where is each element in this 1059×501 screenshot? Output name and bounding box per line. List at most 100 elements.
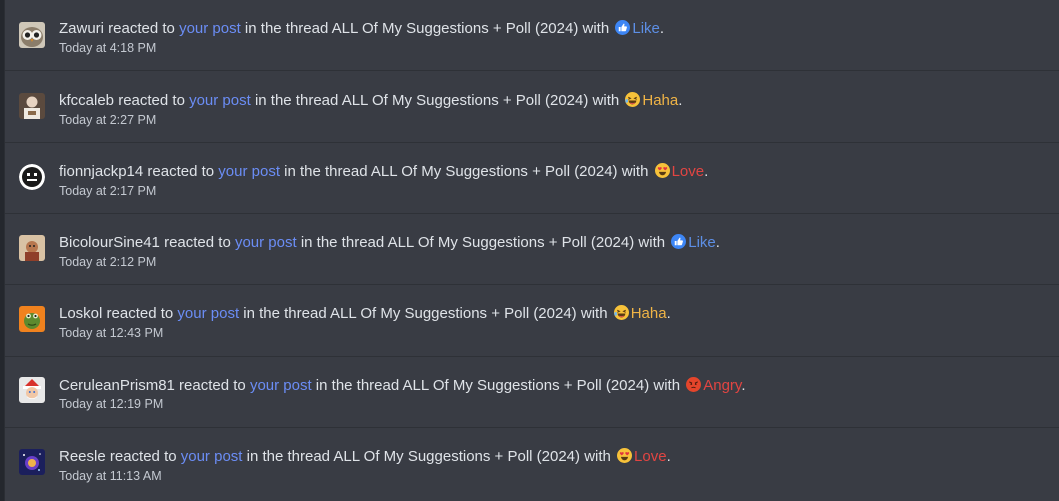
post-link[interactable]: your post [177,305,239,322]
avatar-galaxy-image [19,449,45,475]
username-link[interactable]: Loskol [59,305,102,322]
alerts-list: Zawuri reacted to your post in the threa… [4,0,1059,501]
avatar[interactable] [19,377,45,403]
alert-row[interactable]: CeruleanPrism81 reacted to your post in … [5,357,1059,428]
love-icon [617,448,633,463]
alert-text: CeruleanPrism81 reacted to your post in … [59,377,745,395]
haha-icon [625,92,641,107]
period-text: . [704,163,709,180]
reaction-label: Like [632,20,660,37]
alert-text: BicolourSine41 reacted to your post in t… [59,234,720,252]
angry-icon [686,377,702,392]
thread-prefix-text: in the thread [250,92,342,109]
action-text: reacted to [104,20,180,37]
alerts-page: Zawuri reacted to your post in the threa… [0,0,1059,501]
action-text: reacted to [143,163,219,180]
username-link[interactable]: Zawuri [59,20,104,37]
action-text: reacted to [102,305,178,322]
avatar[interactable] [19,164,45,190]
with-text: with [617,163,653,180]
avatar-character-image [19,235,45,261]
action-text: reacted to [174,377,250,394]
thread-link[interactable]: ALL Of My Suggestions + Poll (2024) [332,20,579,37]
with-text: with [576,305,612,322]
with-text: with [578,20,614,37]
username-link[interactable]: CeruleanPrism81 [59,377,175,394]
thread-prefix-text: in the thread [296,234,388,251]
like-icon [671,234,687,249]
username-link[interactable]: kfccaleb [59,92,114,109]
alert-row[interactable]: BicolourSine41 reacted to your post in t… [5,214,1059,285]
alert-time: Today at 12:43 PM [59,326,164,340]
post-link[interactable]: your post [189,92,251,109]
thread-prefix-text: in the thread [242,448,334,465]
alert-time: Today at 12:19 PM [59,397,164,411]
avatar[interactable] [19,235,45,261]
with-text: with [649,377,685,394]
alert-time: Today at 2:27 PM [59,113,157,127]
alert-text: Reesle reacted to your post in the threa… [59,448,671,466]
thread-link[interactable]: ALL Of My Suggestions + Poll (2024) [342,92,589,109]
alert-time: Today at 4:18 PM [59,41,157,55]
thread-link[interactable]: ALL Of My Suggestions + Poll (2024) [330,305,577,322]
alert-time: Today at 2:17 PM [59,184,157,198]
action-text: reacted to [105,448,181,465]
love-icon [654,163,670,178]
avatar[interactable] [19,306,45,332]
with-text: with [580,448,616,465]
avatar-owl-image [19,22,45,48]
haha-icon [613,305,629,320]
thread-link[interactable]: ALL Of My Suggestions + Poll (2024) [371,163,618,180]
alert-text: Zawuri reacted to your post in the threa… [59,20,664,38]
period-text: . [666,448,671,465]
like-icon [615,20,631,35]
reaction-label: Angry [703,377,742,394]
post-link[interactable]: your post [218,163,280,180]
period-text: . [678,92,683,109]
with-text: with [588,92,624,109]
username-link[interactable]: BicolourSine41 [59,234,160,251]
alert-row[interactable]: kfccaleb reacted to your post in the thr… [5,72,1059,143]
avatar-frog-image [19,306,45,332]
alert-time: Today at 11:13 AM [59,469,162,483]
alert-row[interactable]: Zawuri reacted to your post in the threa… [5,0,1059,71]
alert-row[interactable]: Loskol reacted to your post in the threa… [5,286,1059,357]
alert-text: kfccaleb reacted to your post in the thr… [59,92,682,110]
username-link[interactable]: fionnjackp14 [59,163,143,180]
reaction-label: Haha [630,305,667,322]
thread-link[interactable]: ALL Of My Suggestions + Poll (2024) [403,377,650,394]
period-text: . [659,20,665,37]
reaction-label: Love [671,163,705,180]
with-text: with [634,234,670,251]
action-text: reacted to [159,234,235,251]
reaction-label: Love [634,448,667,465]
post-link[interactable]: your post [235,234,297,251]
avatar[interactable] [19,93,45,119]
thread-prefix-text: in the thread [239,305,331,322]
action-text: reacted to [114,92,190,109]
avatar-santa-image [19,377,45,403]
reaction-label: Haha [642,92,679,109]
alert-text: Loskol reacted to your post in the threa… [59,305,671,323]
thread-prefix-text: in the thread [311,377,403,394]
avatar[interactable] [19,22,45,48]
thread-link[interactable]: ALL Of My Suggestions + Poll (2024) [333,448,580,465]
period-text: . [715,234,720,251]
alert-time: Today at 2:12 PM [59,255,157,269]
avatar-logo-image [19,164,45,190]
post-link[interactable]: your post [181,448,243,465]
thread-link[interactable]: ALL Of My Suggestions + Poll (2024) [388,234,635,251]
period-text: . [741,377,746,394]
post-link[interactable]: your post [250,377,312,394]
thread-prefix-text: in the thread [279,163,371,180]
avatar-photo-image [19,93,45,119]
username-link[interactable]: Reesle [59,448,106,465]
period-text: . [666,305,671,322]
reaction-label: Like [688,234,716,251]
alert-row[interactable]: fionnjackp14 reacted to your post in the… [5,143,1059,214]
avatar[interactable] [19,449,45,475]
thread-prefix-text: in the thread [240,20,332,37]
post-link[interactable]: your post [179,20,241,37]
alert-row[interactable]: Reesle reacted to your post in the threa… [5,429,1059,500]
alert-text: fionnjackp14 reacted to your post in the… [59,163,708,181]
